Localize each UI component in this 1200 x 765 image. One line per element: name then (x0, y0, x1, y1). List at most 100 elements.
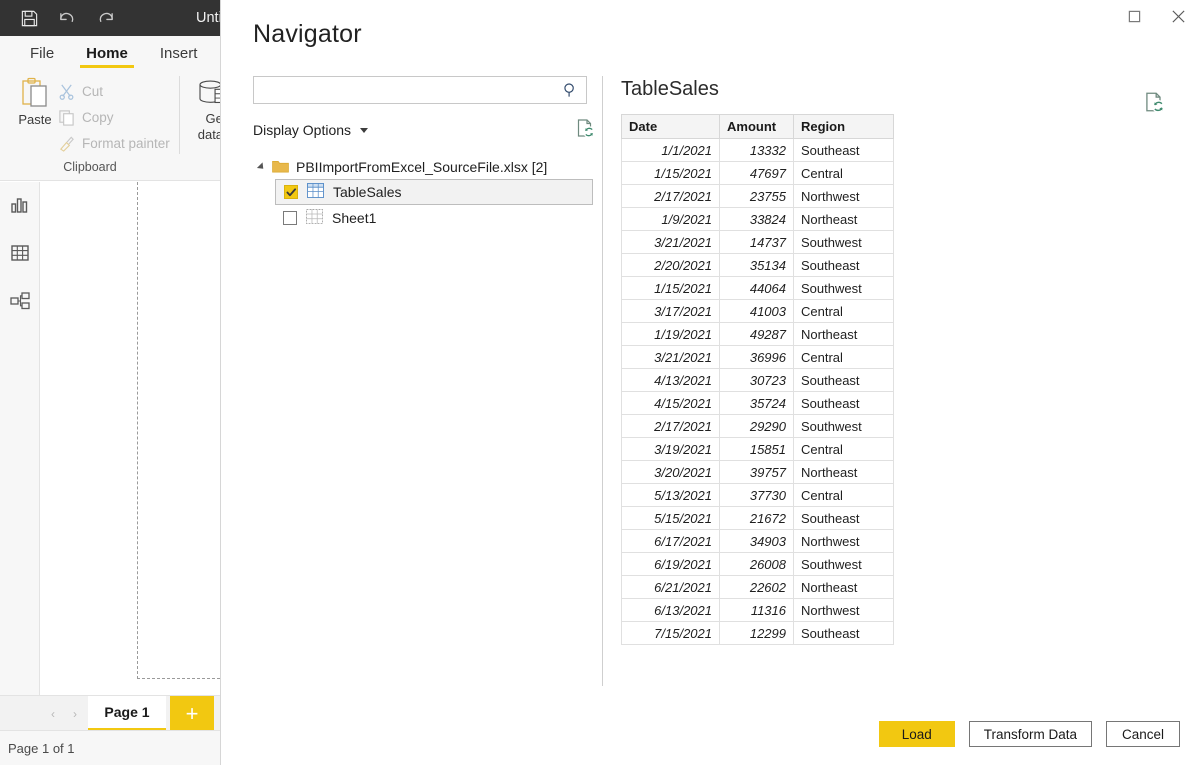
page-tab-page-1[interactable]: Page 1 (88, 696, 166, 731)
source-tree: PBIImportFromExcel_SourceFile.xlsx [2] T… (253, 155, 593, 231)
search-input[interactable] (260, 78, 560, 102)
table-row: 3/21/202136996Central (622, 346, 894, 369)
cell-date: 1/1/2021 (622, 139, 720, 162)
cell-amount: 11316 (720, 599, 794, 622)
preview-title: TableSales (621, 78, 1170, 101)
cell-date: 1/9/2021 (622, 208, 720, 231)
dialog-title: Navigator (253, 20, 362, 49)
refresh-icon[interactable] (574, 117, 598, 141)
report-view-icon[interactable] (7, 192, 33, 218)
cell-amount: 23755 (720, 185, 794, 208)
column-header-date[interactable]: Date (622, 115, 720, 139)
ribbon-group-separator (179, 76, 180, 154)
paste-icon (20, 76, 50, 110)
tab-home[interactable]: Home (70, 36, 144, 70)
paintbrush-icon (58, 135, 75, 152)
cell-region: Southeast (794, 507, 894, 530)
redo-icon[interactable] (88, 3, 122, 33)
tree-item-sheet1[interactable]: Sheet1 (275, 205, 593, 231)
tree-root-label: PBIImportFromExcel_SourceFile.xlsx [2] (296, 159, 547, 175)
cell-region: Central (794, 300, 894, 323)
status-text: Page 1 of 1 (8, 741, 75, 756)
scissors-icon (58, 83, 75, 100)
sheet1-checkbox[interactable] (283, 211, 297, 225)
cell-date: 6/17/2021 (622, 530, 720, 553)
cell-date: 1/19/2021 (622, 323, 720, 346)
column-header-region[interactable]: Region (794, 115, 894, 139)
cell-region: Southwest (794, 231, 894, 254)
cell-date: 3/21/2021 (622, 346, 720, 369)
pane-divider (602, 76, 603, 686)
cell-region: Southwest (794, 277, 894, 300)
cell-amount: 26008 (720, 553, 794, 576)
table-row: 5/15/202121672Southeast (622, 507, 894, 530)
table-row: 6/17/202134903Northwest (622, 530, 894, 553)
cell-region: Northwest (794, 530, 894, 553)
expand-triangle-icon[interactable] (257, 162, 266, 171)
cell-region: Southeast (794, 254, 894, 277)
cell-amount: 33824 (720, 208, 794, 231)
paste-label: Paste (18, 112, 51, 127)
dialog-footer: Load Transform Data Cancel (879, 721, 1180, 747)
save-icon[interactable] (12, 3, 46, 33)
tree-root-node[interactable]: PBIImportFromExcel_SourceFile.xlsx [2] (253, 155, 593, 179)
cell-amount: 49287 (720, 323, 794, 346)
tab-file[interactable]: File (14, 36, 70, 70)
cut-label: Cut (82, 84, 103, 99)
cell-region: Northwest (794, 599, 894, 622)
add-page-button[interactable]: + (170, 696, 214, 731)
search-icon (562, 82, 579, 104)
cell-amount: 37730 (720, 484, 794, 507)
data-view-icon[interactable] (7, 240, 33, 266)
cell-amount: 36996 (720, 346, 794, 369)
table-row: 6/21/202122602Northeast (622, 576, 894, 599)
table-row: 1/15/202147697Central (622, 162, 894, 185)
copy-label: Copy (82, 110, 114, 125)
cell-date: 4/13/2021 (622, 369, 720, 392)
page-prev-arrow[interactable]: ‹ (46, 707, 60, 721)
search-box[interactable] (253, 76, 587, 104)
display-options-label[interactable]: Display Options (253, 122, 351, 138)
view-switcher-strip (0, 182, 40, 730)
preview-table-header-row: Date Amount Region (622, 115, 894, 139)
cell-date: 1/15/2021 (622, 277, 720, 300)
table-row: 1/1/202113332Southeast (622, 139, 894, 162)
chevron-down-icon[interactable] (360, 128, 368, 133)
table-row: 4/13/202130723Southeast (622, 369, 894, 392)
cell-amount: 12299 (720, 622, 794, 645)
tab-insert[interactable]: Insert (144, 36, 214, 70)
cell-date: 6/19/2021 (622, 553, 720, 576)
model-view-icon[interactable] (7, 288, 33, 314)
copy-button[interactable]: Copy (54, 104, 174, 130)
tree-item-tablesales[interactable]: TableSales (275, 179, 593, 205)
preview-table: Date Amount Region 1/1/202113332Southeas… (621, 114, 894, 645)
cell-region: Southeast (794, 622, 894, 645)
navigator-left-pane: Display Options (253, 76, 593, 231)
maximize-button[interactable] (1112, 0, 1156, 32)
cell-date: 6/13/2021 (622, 599, 720, 622)
close-button[interactable] (1156, 0, 1200, 32)
table-row: 2/17/202129290Southwest (622, 415, 894, 438)
load-button[interactable]: Load (879, 721, 955, 747)
cut-button[interactable]: Cut (54, 78, 174, 104)
format-painter-button[interactable]: Format painter (54, 130, 174, 156)
cell-date: 3/21/2021 (622, 231, 720, 254)
tree-item-label: Sheet1 (332, 210, 376, 226)
undo-icon[interactable] (50, 3, 84, 33)
clipboard-group-label: Clipboard (0, 160, 180, 174)
page-next-arrow[interactable]: › (68, 707, 82, 721)
preview-refresh-icon[interactable] (1142, 90, 1168, 116)
cell-amount: 44064 (720, 277, 794, 300)
cancel-button[interactable]: Cancel (1106, 721, 1180, 747)
cell-region: Central (794, 162, 894, 185)
column-header-amount[interactable]: Amount (720, 115, 794, 139)
table-row: 3/21/202114737Southwest (622, 231, 894, 254)
cell-date: 3/19/2021 (622, 438, 720, 461)
tree-item-label: TableSales (333, 184, 402, 200)
cell-amount: 35134 (720, 254, 794, 277)
tablesales-checkbox[interactable] (284, 185, 298, 199)
transform-data-button[interactable]: Transform Data (969, 721, 1092, 747)
table-icon (307, 183, 324, 201)
sheet-icon (306, 209, 323, 227)
cell-region: Central (794, 346, 894, 369)
